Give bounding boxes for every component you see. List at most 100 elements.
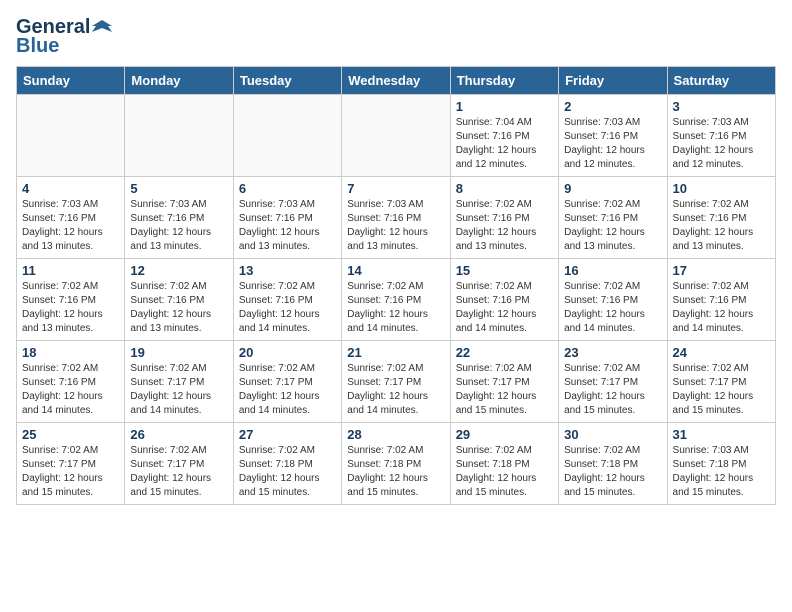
calendar-week-1: 1 Sunrise: 7:04 AM Sunset: 7:16 PM Daylig… — [17, 95, 776, 177]
calendar-cell — [17, 95, 125, 177]
header-monday: Monday — [125, 67, 233, 95]
day-info: Sunrise: 7:03 AM Sunset: 7:16 PM Dayligh… — [22, 198, 119, 254]
day-number: 9 — [564, 181, 661, 196]
day-info: Sunrise: 7:03 AM Sunset: 7:16 PM Dayligh… — [564, 116, 661, 172]
day-number: 25 — [22, 427, 119, 442]
logo: General Blue — [16, 16, 112, 58]
day-number: 19 — [130, 345, 227, 360]
calendar-cell: 14 Sunrise: 7:02 AM Sunset: 7:16 PM Dayli… — [342, 259, 450, 341]
day-info: Sunrise: 7:02 AM Sunset: 7:16 PM Dayligh… — [347, 280, 444, 336]
day-number: 2 — [564, 99, 661, 114]
day-info: Sunrise: 7:02 AM Sunset: 7:17 PM Dayligh… — [347, 362, 444, 418]
day-number: 3 — [673, 99, 770, 114]
calendar-cell — [342, 95, 450, 177]
calendar-cell: 3 Sunrise: 7:03 AM Sunset: 7:16 PM Daylig… — [667, 95, 775, 177]
day-info: Sunrise: 7:02 AM Sunset: 7:16 PM Dayligh… — [22, 280, 119, 336]
day-info: Sunrise: 7:02 AM Sunset: 7:18 PM Dayligh… — [456, 444, 553, 500]
calendar-cell: 26 Sunrise: 7:02 AM Sunset: 7:17 PM Dayli… — [125, 423, 233, 505]
day-info: Sunrise: 7:02 AM Sunset: 7:17 PM Dayligh… — [22, 444, 119, 500]
day-info: Sunrise: 7:02 AM Sunset: 7:17 PM Dayligh… — [456, 362, 553, 418]
calendar-cell: 30 Sunrise: 7:02 AM Sunset: 7:18 PM Dayli… — [559, 423, 667, 505]
day-info: Sunrise: 7:02 AM Sunset: 7:18 PM Dayligh… — [347, 444, 444, 500]
calendar-cell: 27Sunrise: 7:02 AM Sunset: 7:18 PM Dayli… — [233, 423, 341, 505]
day-number: 5 — [130, 181, 227, 196]
day-info: Sunrise: 7:02 AM Sunset: 7:17 PM Dayligh… — [130, 444, 227, 500]
header-friday: Friday — [559, 67, 667, 95]
day-number: 29 — [456, 427, 553, 442]
day-info: Sunrise: 7:02 AM Sunset: 7:18 PM Dayligh… — [564, 444, 661, 500]
day-info: Sunrise: 7:03 AM Sunset: 7:16 PM Dayligh… — [673, 116, 770, 172]
logo-bird-icon — [92, 18, 112, 38]
calendar-cell: 9 Sunrise: 7:02 AM Sunset: 7:16 PM Daylig… — [559, 177, 667, 259]
header-tuesday: Tuesday — [233, 67, 341, 95]
header-sunday: Sunday — [17, 67, 125, 95]
calendar-cell: 2 Sunrise: 7:03 AM Sunset: 7:16 PM Daylig… — [559, 95, 667, 177]
day-number: 1 — [456, 99, 553, 114]
day-number: 10 — [673, 181, 770, 196]
day-info: Sunrise: 7:02 AM Sunset: 7:16 PM Dayligh… — [564, 280, 661, 336]
calendar-cell: 11Sunrise: 7:02 AM Sunset: 7:16 PM Dayli… — [17, 259, 125, 341]
calendar-cell: 8 Sunrise: 7:02 AM Sunset: 7:16 PM Daylig… — [450, 177, 558, 259]
calendar-cell: 24Sunrise: 7:02 AM Sunset: 7:17 PM Dayli… — [667, 341, 775, 423]
day-number: 17 — [673, 263, 770, 278]
calendar-cell: 5 Sunrise: 7:03 AM Sunset: 7:16 PM Daylig… — [125, 177, 233, 259]
day-info: Sunrise: 7:02 AM Sunset: 7:16 PM Dayligh… — [239, 280, 336, 336]
calendar-cell: 31Sunrise: 7:03 AM Sunset: 7:18 PM Dayli… — [667, 423, 775, 505]
day-info: Sunrise: 7:02 AM Sunset: 7:16 PM Dayligh… — [673, 198, 770, 254]
day-number: 22 — [456, 345, 553, 360]
calendar-cell — [233, 95, 341, 177]
day-number: 16 — [564, 263, 661, 278]
calendar-cell: 25 Sunrise: 7:02 AM Sunset: 7:17 PM Dayli… — [17, 423, 125, 505]
calendar-cell: 4 Sunrise: 7:03 AM Sunset: 7:16 PM Daylig… — [17, 177, 125, 259]
day-number: 8 — [456, 181, 553, 196]
day-number: 31 — [673, 427, 770, 442]
calendar-cell: 21 Sunrise: 7:02 AM Sunset: 7:17 PM Dayli… — [342, 341, 450, 423]
calendar-cell: 12Sunrise: 7:02 AM Sunset: 7:16 PM Dayli… — [125, 259, 233, 341]
calendar-cell: 15Sunrise: 7:02 AM Sunset: 7:16 PM Dayli… — [450, 259, 558, 341]
day-number: 21 — [347, 345, 444, 360]
calendar-cell: 29 Sunrise: 7:02 AM Sunset: 7:18 PM Dayli… — [450, 423, 558, 505]
day-info: Sunrise: 7:02 AM Sunset: 7:16 PM Dayligh… — [564, 198, 661, 254]
day-info: Sunrise: 7:02 AM Sunset: 7:16 PM Dayligh… — [456, 280, 553, 336]
calendar-cell: 19Sunrise: 7:02 AM Sunset: 7:17 PM Dayli… — [125, 341, 233, 423]
calendar-header-row: SundayMondayTuesdayWednesdayThursdayFrid… — [17, 67, 776, 95]
calendar-cell: 16 Sunrise: 7:02 AM Sunset: 7:16 PM Dayli… — [559, 259, 667, 341]
calendar-week-2: 4 Sunrise: 7:03 AM Sunset: 7:16 PM Daylig… — [17, 177, 776, 259]
day-info: Sunrise: 7:02 AM Sunset: 7:16 PM Dayligh… — [456, 198, 553, 254]
day-number: 24 — [673, 345, 770, 360]
header-saturday: Saturday — [667, 67, 775, 95]
day-info: Sunrise: 7:03 AM Sunset: 7:16 PM Dayligh… — [239, 198, 336, 254]
day-info: Sunrise: 7:03 AM Sunset: 7:16 PM Dayligh… — [347, 198, 444, 254]
calendar-cell: 1 Sunrise: 7:04 AM Sunset: 7:16 PM Daylig… — [450, 95, 558, 177]
day-info: Sunrise: 7:02 AM Sunset: 7:16 PM Dayligh… — [673, 280, 770, 336]
calendar-cell: 13 Sunrise: 7:02 AM Sunset: 7:16 PM Dayli… — [233, 259, 341, 341]
day-info: Sunrise: 7:02 AM Sunset: 7:17 PM Dayligh… — [564, 362, 661, 418]
day-info: Sunrise: 7:04 AM Sunset: 7:16 PM Dayligh… — [456, 116, 553, 172]
calendar-week-5: 25 Sunrise: 7:02 AM Sunset: 7:17 PM Dayli… — [17, 423, 776, 505]
day-info: Sunrise: 7:02 AM Sunset: 7:17 PM Dayligh… — [239, 362, 336, 418]
calendar-cell: 10 Sunrise: 7:02 AM Sunset: 7:16 PM Dayli… — [667, 177, 775, 259]
day-number: 13 — [239, 263, 336, 278]
day-info: Sunrise: 7:02 AM Sunset: 7:18 PM Dayligh… — [239, 444, 336, 500]
logo-blue-text: Blue — [16, 35, 59, 58]
calendar-week-3: 11Sunrise: 7:02 AM Sunset: 7:16 PM Dayli… — [17, 259, 776, 341]
calendar-cell: 18Sunrise: 7:02 AM Sunset: 7:16 PM Dayli… — [17, 341, 125, 423]
day-number: 14 — [347, 263, 444, 278]
calendar-week-4: 18Sunrise: 7:02 AM Sunset: 7:16 PM Dayli… — [17, 341, 776, 423]
day-number: 4 — [22, 181, 119, 196]
day-number: 30 — [564, 427, 661, 442]
calendar-cell: 20 Sunrise: 7:02 AM Sunset: 7:17 PM Dayli… — [233, 341, 341, 423]
day-number: 26 — [130, 427, 227, 442]
calendar-table: SundayMondayTuesdayWednesdayThursdayFrid… — [16, 66, 776, 505]
day-number: 20 — [239, 345, 336, 360]
day-number: 7 — [347, 181, 444, 196]
day-info: Sunrise: 7:02 AM Sunset: 7:16 PM Dayligh… — [22, 362, 119, 418]
header-wednesday: Wednesday — [342, 67, 450, 95]
calendar-cell — [125, 95, 233, 177]
calendar-cell: 23Sunrise: 7:02 AM Sunset: 7:17 PM Dayli… — [559, 341, 667, 423]
calendar-cell: 6Sunrise: 7:03 AM Sunset: 7:16 PM Daylig… — [233, 177, 341, 259]
day-info: Sunrise: 7:03 AM Sunset: 7:16 PM Dayligh… — [130, 198, 227, 254]
header-thursday: Thursday — [450, 67, 558, 95]
calendar-cell: 22 Sunrise: 7:02 AM Sunset: 7:17 PM Dayli… — [450, 341, 558, 423]
day-info: Sunrise: 7:02 AM Sunset: 7:16 PM Dayligh… — [130, 280, 227, 336]
